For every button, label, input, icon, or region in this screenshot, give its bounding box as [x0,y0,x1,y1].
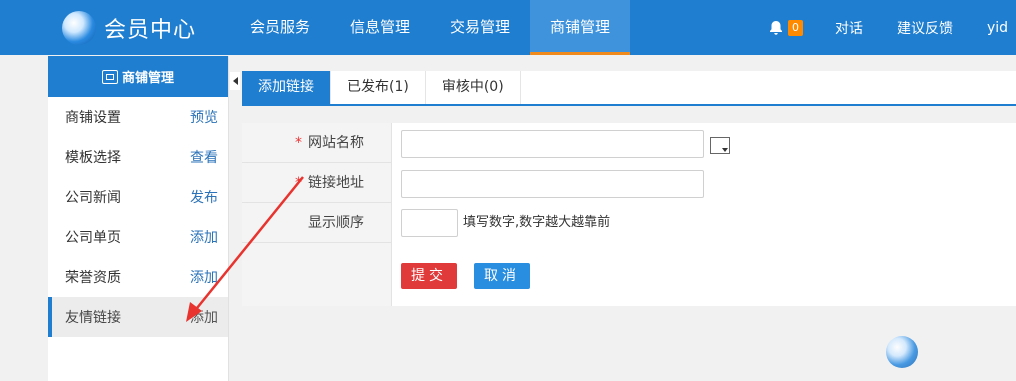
nav-shop-manage[interactable]: 商铺管理 [530,0,631,55]
header-actions: 0 对话 建议反馈 yid [768,0,1016,55]
brand-title: 会员中心 [104,18,197,43]
nav-trade-manage[interactable]: 交易管理 [430,0,530,55]
sidebar-header: 商铺管理 [48,56,228,97]
sidebar-item-label[interactable]: 荣誉资质 [65,267,121,287]
site-name-input[interactable] [401,130,704,158]
form-row-site-name: * 网站名称 [242,123,1016,163]
nav-info-manage[interactable]: 信息管理 [330,0,430,55]
sidebar-item-company-page[interactable]: 公司单页 添加 [48,217,228,257]
sidebar: 商铺管理 商铺设置 预览 模板选择 查看 公司新闻 发布 公司单页 添加 荣誉资… [48,56,229,381]
form-row-order: 显示顺序 填写数字,数字越大越靠前 [242,203,1016,243]
url-input[interactable] [401,170,704,198]
bell-icon[interactable] [768,20,782,36]
sidebar-item-company-news[interactable]: 公司新闻 发布 [48,177,228,217]
sidebar-item-action[interactable]: 添加 [190,307,218,327]
add-link-form: * 网站名称 * 链接地址 显示顺序 填写数字,数字越大越靠前 提交 取消 [242,123,1016,306]
order-label: 显示顺序 [242,203,392,243]
sidebar-title: 商铺管理 [121,71,174,86]
sidebar-item-action[interactable]: 发布 [190,187,218,207]
top-header: 会员中心 会员服务 信息管理 交易管理 商铺管理 0 对话 建议反馈 yid [0,0,1016,55]
sidebar-item-template[interactable]: 模板选择 查看 [48,137,228,177]
sidebar-item-friend-links[interactable]: 友情链接 添加 [48,297,228,337]
sidebar-item-label[interactable]: 商铺设置 [65,107,121,127]
sidebar-item-shop-settings[interactable]: 商铺设置 预览 [48,97,228,137]
brand[interactable]: 会员中心 [62,10,196,46]
watermark [886,336,918,368]
sidebar-item-label[interactable]: 友情链接 [65,307,121,327]
sidebar-item-label[interactable]: 公司新闻 [65,187,121,207]
shop-icon [101,69,118,84]
sidebar-item-label[interactable]: 公司单页 [65,227,121,247]
user-link[interactable]: yid [987,20,1008,36]
sidebar-collapse-toggle[interactable] [230,72,240,90]
submit-button[interactable]: 提交 [401,263,457,289]
main-nav: 会员服务 信息管理 交易管理 商铺管理 [230,0,631,55]
color-picker-icon[interactable] [710,137,730,154]
sidebar-item-honors[interactable]: 荣誉资质 添加 [48,257,228,297]
site-name-label: * 网站名称 [242,123,392,163]
tab-pending[interactable]: 审核中(0) [426,71,521,104]
brand-globe-icon [62,11,96,45]
order-hint: 填写数字,数字越大越靠前 [463,215,611,230]
content-tabs: 添加链接 已发布(1) 审核中(0) [242,71,1016,106]
sidebar-item-action[interactable]: 添加 [190,227,218,247]
chat-link[interactable]: 对话 [835,18,863,38]
tab-add-link[interactable]: 添加链接 [242,71,331,104]
tab-published[interactable]: 已发布(1) [331,71,426,104]
sidebar-item-action[interactable]: 查看 [190,147,218,167]
sidebar-item-label[interactable]: 模板选择 [65,147,121,167]
brand-globe-icon [886,336,918,368]
notification-count-badge[interactable]: 0 [788,19,803,36]
nav-member-service[interactable]: 会员服务 [230,0,330,55]
sidebar-item-action[interactable]: 预览 [190,107,218,127]
form-row-url: * 链接地址 [242,163,1016,203]
url-label: * 链接地址 [242,163,392,203]
sidebar-item-action[interactable]: 添加 [190,267,218,287]
order-input[interactable] [401,209,458,237]
cancel-button[interactable]: 取消 [474,263,530,289]
feedback-link[interactable]: 建议反馈 [897,18,953,38]
